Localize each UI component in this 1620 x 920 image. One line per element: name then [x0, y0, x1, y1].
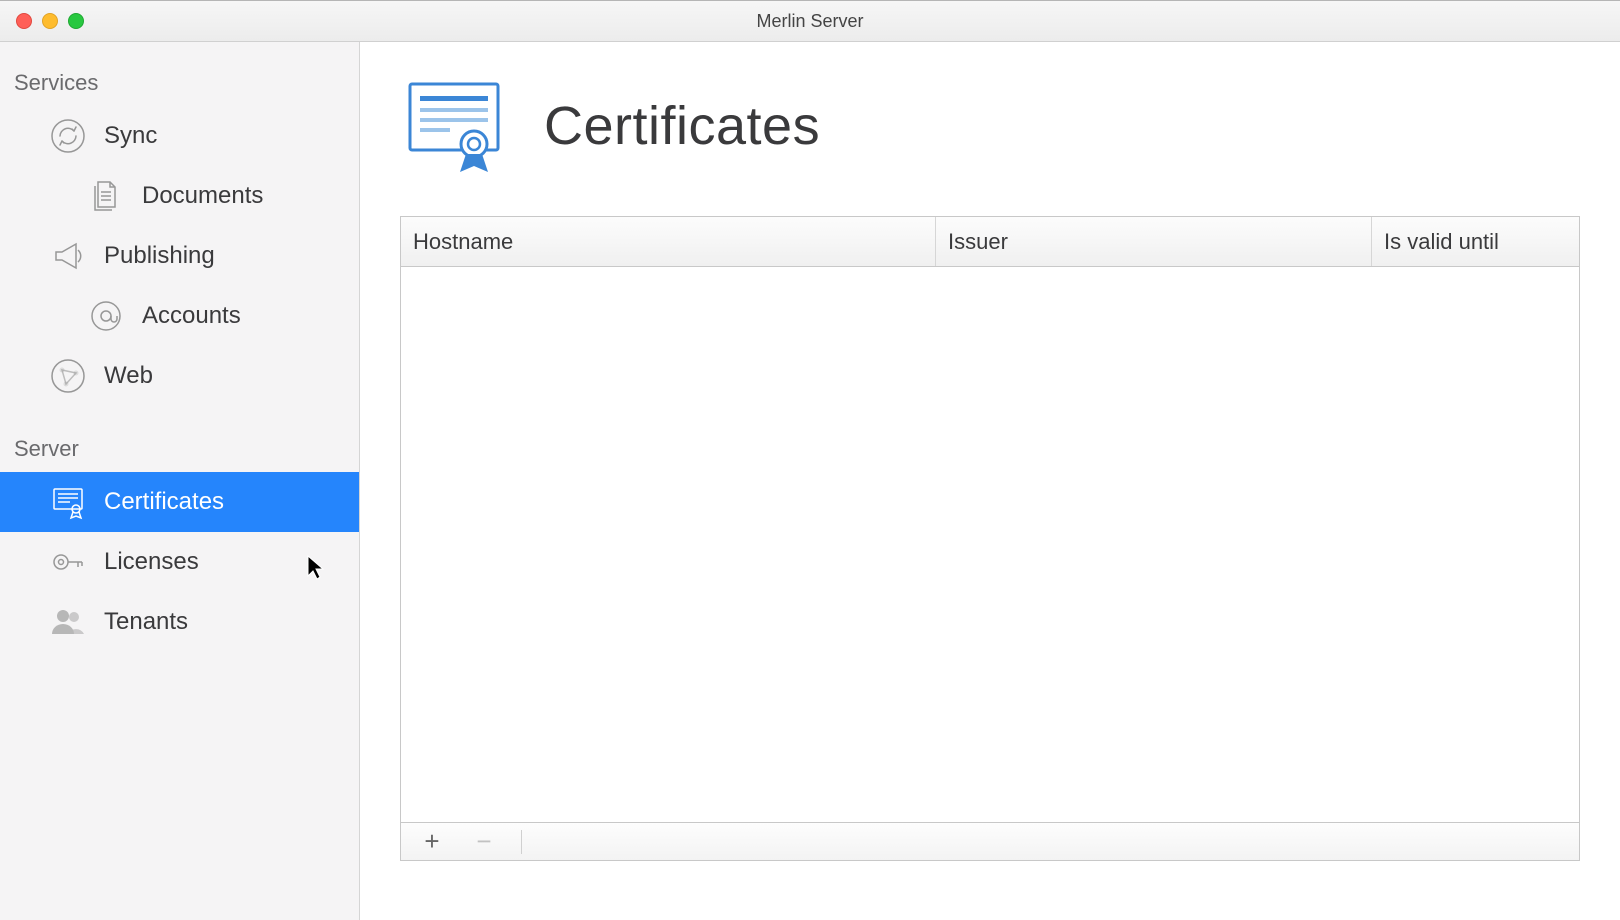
add-button[interactable]: +: [417, 827, 447, 857]
sidebar-item-publishing[interactable]: Publishing: [0, 226, 359, 286]
page-header: Certificates: [360, 72, 1620, 180]
table-body[interactable]: [401, 267, 1579, 822]
table-header-row: Hostname Issuer Is valid until: [401, 217, 1579, 267]
window-controls: [16, 13, 84, 29]
sidebar-item-web[interactable]: Web: [0, 346, 359, 406]
sidebar-section-server: Server: [0, 436, 359, 472]
close-window-button[interactable]: [16, 13, 32, 29]
sidebar-item-label: Accounts: [142, 302, 241, 330]
title-bar: Merlin Server: [0, 0, 1620, 42]
column-header-hostname[interactable]: Hostname: [401, 217, 936, 266]
sidebar-item-licenses[interactable]: Licenses: [0, 532, 359, 592]
column-header-issuer[interactable]: Issuer: [936, 217, 1372, 266]
sidebar-item-sync[interactable]: Sync: [0, 106, 359, 166]
sidebar-item-label: Sync: [104, 122, 157, 150]
certificate-icon: [48, 482, 88, 522]
window-title: Merlin Server: [756, 11, 863, 32]
certificates-table: Hostname Issuer Is valid until + −: [400, 216, 1580, 861]
sidebar: Services Sync Documents: [0, 42, 360, 920]
key-icon: [48, 542, 88, 582]
megaphone-icon: [48, 236, 88, 276]
certificate-large-icon: [400, 72, 508, 180]
sidebar-item-certificates[interactable]: Certificates: [0, 472, 359, 532]
sidebar-item-label: Licenses: [104, 548, 199, 576]
at-sign-icon: [86, 296, 126, 336]
sidebar-item-documents[interactable]: Documents: [0, 166, 359, 226]
sidebar-item-tenants[interactable]: Tenants: [0, 592, 359, 652]
column-header-valid-until[interactable]: Is valid until: [1372, 217, 1579, 266]
main-content: Certificates Hostname Issuer Is valid un…: [360, 42, 1620, 920]
sidebar-item-label: Publishing: [104, 242, 215, 270]
zoom-window-button[interactable]: [68, 13, 84, 29]
sidebar-section-services: Services: [0, 70, 359, 106]
minimize-window-button[interactable]: [42, 13, 58, 29]
sidebar-item-label: Certificates: [104, 488, 224, 516]
people-icon: [48, 602, 88, 642]
footer-divider: [521, 830, 522, 854]
sidebar-item-accounts[interactable]: Accounts: [0, 286, 359, 346]
table-footer: + −: [401, 822, 1579, 860]
remove-button: −: [469, 827, 499, 857]
sync-icon: [48, 116, 88, 156]
documents-icon: [86, 176, 126, 216]
sidebar-item-label: Documents: [142, 182, 263, 210]
sidebar-item-label: Web: [104, 362, 153, 390]
globe-icon: [48, 356, 88, 396]
page-title: Certificates: [544, 95, 820, 157]
sidebar-item-label: Tenants: [104, 608, 188, 636]
